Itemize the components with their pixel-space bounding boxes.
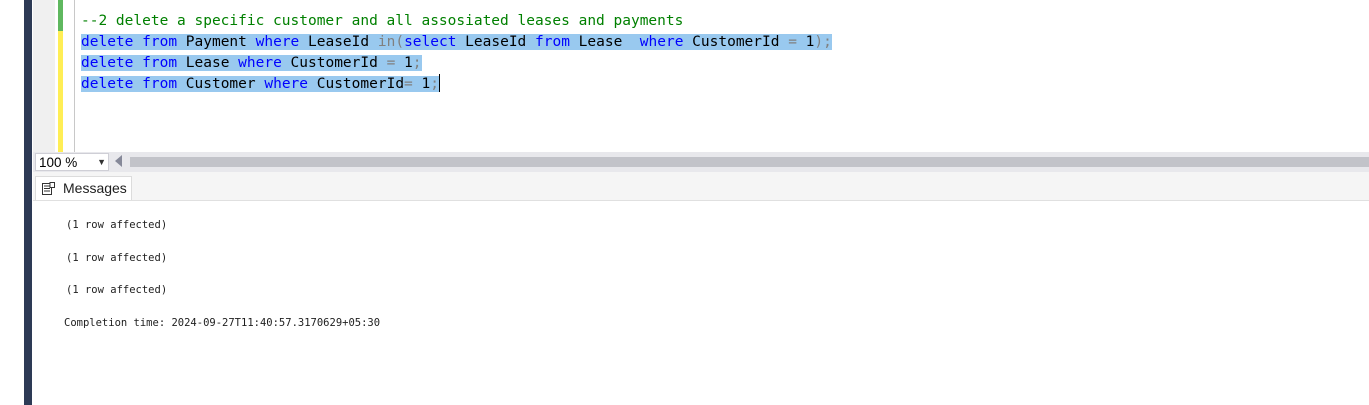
editor-gutter xyxy=(33,0,55,152)
sql-operator: ; xyxy=(412,55,422,71)
sql-comment: --2 delete a specific customer and all a… xyxy=(81,13,684,29)
message-line: (1 row affected) xyxy=(66,219,168,231)
message-line: (1 row affected) xyxy=(66,284,168,296)
code-line[interactable]: delete from Customer where CustomerId= 1… xyxy=(81,74,832,95)
scroll-left-arrow-icon[interactable] xyxy=(115,155,122,167)
selected-text: delete from Customer where CustomerId= 1… xyxy=(81,76,439,92)
sql-operator: = xyxy=(386,55,396,71)
sql-identifier: 1 xyxy=(796,34,815,50)
sql-identifier: Customer xyxy=(177,76,265,92)
messages-pane[interactable]: (1 row affected) (1 row affected) (1 row… xyxy=(33,201,1369,405)
sql-keyword: delete xyxy=(81,76,134,92)
sql-keyword: delete xyxy=(81,55,134,71)
sql-keyword: delete xyxy=(81,34,134,50)
sql-keyword: from xyxy=(142,76,178,92)
sql-operator: = xyxy=(788,34,797,50)
code-area[interactable]: --2 delete a specific customer and all a… xyxy=(81,11,832,95)
tab-messages-label: Messages xyxy=(63,180,127,196)
line-text: --2 delete a specific customer and all a… xyxy=(81,13,683,29)
editor-status-row: 100 % ▼ xyxy=(33,152,1369,172)
dropdown-arrow-icon[interactable]: ▼ xyxy=(97,154,106,171)
sql-identifier: CustomerId xyxy=(308,76,405,92)
sql-identifier: LeaseId xyxy=(299,34,378,50)
sql-identifier: Lease xyxy=(177,55,239,71)
sql-identifier xyxy=(133,34,142,50)
sql-identifier: 1 xyxy=(395,55,413,71)
saved-change-indicator xyxy=(58,0,63,31)
sql-keyword: where xyxy=(264,76,309,92)
sql-keyword: from xyxy=(142,34,178,50)
sql-keyword: where xyxy=(255,34,300,50)
sql-identifier: Lease xyxy=(569,34,640,50)
sql-keyword: where xyxy=(238,55,282,71)
sql-identifier: CustomerId xyxy=(683,34,789,50)
sql-identifier xyxy=(133,55,142,71)
selected-text: delete from Payment where LeaseId in(sel… xyxy=(81,34,832,50)
sql-identifier: Payment xyxy=(177,34,256,50)
selected-text: delete from Lease where CustomerId = 1; xyxy=(81,55,422,71)
sql-identifier xyxy=(133,76,142,92)
code-line[interactable]: delete from Payment where LeaseId in(sel… xyxy=(81,32,832,53)
sql-identifier: 1 xyxy=(412,76,431,92)
gutter-separator xyxy=(74,0,75,152)
sql-operator: ); xyxy=(814,34,832,50)
query-editor[interactable]: --2 delete a specific customer and all a… xyxy=(33,0,1369,152)
sql-identifier: LeaseId xyxy=(456,34,536,50)
sql-operator: ; xyxy=(430,76,439,92)
sql-operator: = xyxy=(404,76,413,92)
sql-identifier: CustomerId xyxy=(281,55,387,71)
completion-time-message: Completion time: 2024-09-27T11:40:57.317… xyxy=(64,317,381,329)
sql-keyword: where xyxy=(639,34,684,50)
sql-keyword: from xyxy=(535,34,570,50)
text-caret xyxy=(438,74,440,92)
messages-icon xyxy=(42,182,55,195)
sql-keyword: select xyxy=(404,34,457,50)
message-line: (1 row affected) xyxy=(66,252,168,264)
zoom-dropdown[interactable]: 100 % ▼ xyxy=(35,153,109,171)
code-line[interactable]: --2 delete a specific customer and all a… xyxy=(81,11,832,32)
unsaved-change-indicator xyxy=(58,31,63,152)
sql-operator: in( xyxy=(377,34,405,50)
window-border xyxy=(24,0,32,405)
results-tab-strip: Messages xyxy=(33,172,1369,201)
left-frame xyxy=(0,0,33,405)
tab-messages[interactable]: Messages xyxy=(35,176,132,200)
horizontal-scrollbar-thumb[interactable] xyxy=(130,157,1369,167)
zoom-value: 100 % xyxy=(39,155,78,170)
sql-keyword: from xyxy=(142,55,178,71)
code-line[interactable]: delete from Lease where CustomerId = 1; xyxy=(81,53,832,74)
